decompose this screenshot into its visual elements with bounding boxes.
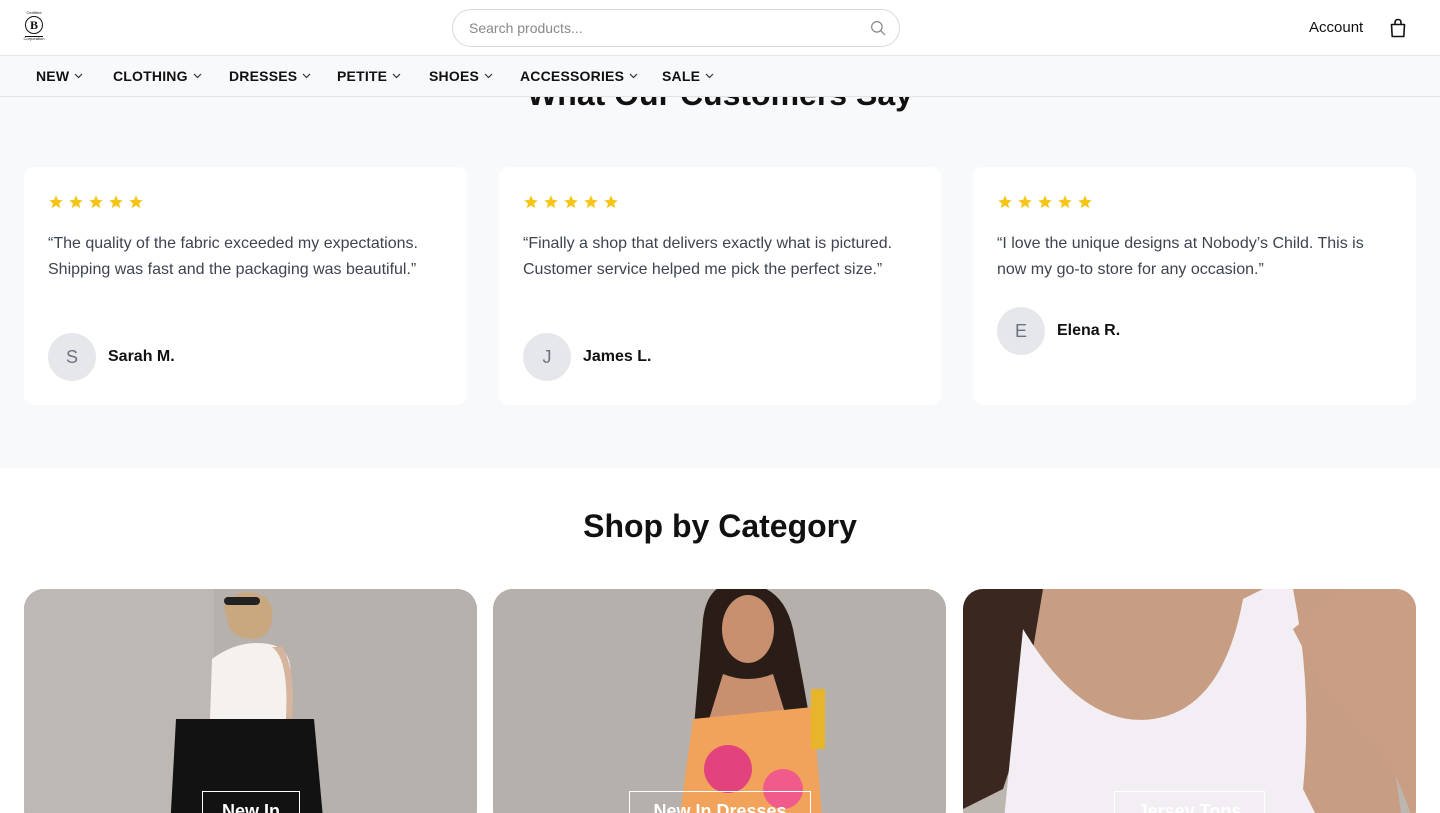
category-label: New In Dresses <box>629 791 811 813</box>
avatar: E <box>997 307 1045 355</box>
chevron-down-icon <box>193 73 202 79</box>
search-input[interactable] <box>469 10 849 46</box>
shopping-bag-icon[interactable] <box>1389 18 1407 38</box>
logo-subtext: Corporation <box>23 36 45 41</box>
star-icon <box>1058 195 1072 209</box>
star-rating <box>523 194 619 210</box>
testimonial-card: “I love the unique designs at Nobody’s C… <box>973 167 1416 405</box>
star-icon <box>998 195 1012 209</box>
nav-item-petite[interactable]: PETITE <box>337 68 401 84</box>
star-icon <box>524 195 538 209</box>
star-icon <box>1078 195 1092 209</box>
chevron-down-icon <box>705 73 714 79</box>
category-image <box>963 589 1416 813</box>
testimonial-card: “Finally a shop that delivers exactly wh… <box>499 167 941 405</box>
testimonial-quote: “Finally a shop that delivers exactly wh… <box>523 235 893 278</box>
nav-item-dresses[interactable]: DRESSES <box>229 68 311 84</box>
search-icon[interactable] <box>869 19 887 37</box>
star-icon <box>1038 195 1052 209</box>
avatar: S <box>48 333 96 381</box>
star-icon <box>89 195 103 209</box>
nav-item-label: SALE <box>662 68 701 84</box>
category-image <box>493 589 946 813</box>
nav-item-label: NEW <box>36 68 70 84</box>
category-heading: Shop by Category <box>583 508 857 544</box>
star-icon <box>604 195 618 209</box>
star-icon <box>49 195 63 209</box>
account-link[interactable]: Account <box>1309 19 1363 36</box>
chevron-down-icon <box>302 73 311 79</box>
nav-item-new[interactable]: NEW <box>36 68 83 84</box>
category-label: New In <box>202 791 300 813</box>
chevron-down-icon <box>74 73 83 79</box>
category-label: Jersey Tops <box>1114 791 1265 813</box>
chevron-down-icon <box>392 73 401 79</box>
nav-item-label: SHOES <box>429 68 480 84</box>
nav-item-label: CLOTHING <box>113 68 188 84</box>
star-icon <box>129 195 143 209</box>
b-corp-icon: B <box>25 16 43 34</box>
nav-item-clothing[interactable]: CLOTHING <box>113 68 202 84</box>
chevron-down-icon <box>484 73 493 79</box>
nav-item-accessories[interactable]: ACCESSORIES <box>520 68 638 84</box>
main-nav: NEW CLOTHING DRESSES PETITE SHOES ACCESS… <box>0 56 1440 97</box>
star-icon <box>544 195 558 209</box>
star-icon <box>69 195 83 209</box>
nav-item-shoes[interactable]: SHOES <box>429 68 493 84</box>
testimonial-quote: “The quality of the fabric exceeded my e… <box>48 235 418 278</box>
star-icon <box>584 195 598 209</box>
logo-text: Certified <box>26 10 42 15</box>
nav-item-label: DRESSES <box>229 68 298 84</box>
chevron-down-icon <box>629 73 638 79</box>
testimonial-author: Sarah M. <box>108 348 175 365</box>
testimonial-author: James L. <box>583 348 652 365</box>
star-icon <box>564 195 578 209</box>
site-header: Certified B Corporation Account <box>0 0 1440 56</box>
star-rating <box>997 194 1093 210</box>
category-tile-jersey-tops[interactable]: Jersey Tops <box>963 589 1416 813</box>
testimonial-quote: “I love the unique designs at Nobody’s C… <box>997 235 1364 278</box>
testimonial-card: “The quality of the fabric exceeded my e… <box>24 167 467 405</box>
category-image <box>24 589 477 813</box>
nav-item-sale[interactable]: SALE <box>662 68 714 84</box>
nav-item-label: PETITE <box>337 68 388 84</box>
avatar: J <box>523 333 571 381</box>
category-tile-new-in[interactable]: New In <box>24 589 477 813</box>
category-tile-new-in-dresses[interactable]: New In Dresses <box>493 589 946 813</box>
star-rating <box>48 194 144 210</box>
star-icon <box>109 195 123 209</box>
b-corp-logo[interactable]: Certified B Corporation <box>23 11 45 45</box>
nav-item-label: ACCESSORIES <box>520 68 625 84</box>
category-section: Shop by Category New In New In Dresses J… <box>0 468 1440 813</box>
testimonial-author: Elena R. <box>1057 322 1121 339</box>
search-box <box>452 9 900 47</box>
star-icon <box>1018 195 1032 209</box>
